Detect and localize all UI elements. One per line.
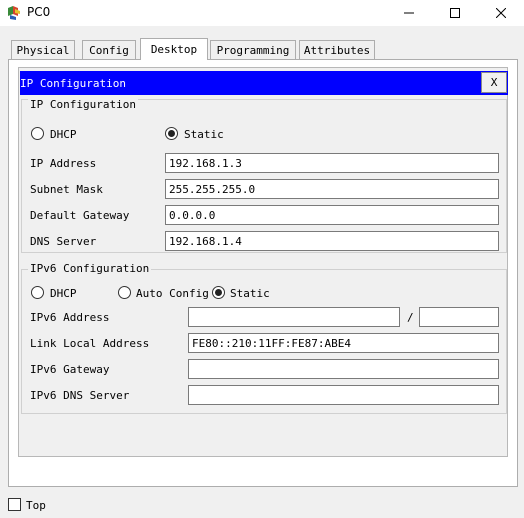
minimize-button[interactable] [386,0,432,26]
ipv4-static-label: Static [184,128,224,141]
ip-config-header: IP Configuration X [20,71,508,95]
pc-app-icon [6,5,22,21]
maximize-button[interactable] [432,0,478,26]
ip-address-field[interactable]: 192.168.1.3 [165,153,499,173]
ipv4-config-group [21,99,507,253]
ip-config-close-button[interactable]: X [481,72,507,93]
ipv6-config-legend: IPv6 Configuration [28,262,152,275]
ipv4-config-legend: IP Configuration [28,98,138,111]
ipv6-auto-config-radio[interactable] [118,286,131,299]
ipv6-static-radio[interactable] [212,286,225,299]
ip-configuration-window: IP Configuration X IP Configuration DHCP… [18,67,508,457]
default-gateway-field[interactable]: 0.0.0.0 [165,205,499,225]
ipv4-dhcp-radio[interactable] [31,127,44,140]
ipv6-dhcp-label: DHCP [50,287,77,300]
tab-desktop[interactable]: Desktop [140,38,208,60]
dns-server-field[interactable]: 192.168.1.4 [165,231,499,251]
desktop-panel: IP Configuration X IP Configuration DHCP… [8,59,518,487]
tab-config[interactable]: Config [82,40,136,59]
ipv6-gateway-label: IPv6 Gateway [30,363,110,376]
ipv6-dhcp-radio[interactable] [31,286,44,299]
maximize-icon [450,8,460,18]
link-local-address-label: Link Local Address [30,337,150,350]
window-title: PC0 [27,5,51,19]
ipv6-dns-server-label: IPv6 DNS Server [30,389,130,402]
subnet-mask-field[interactable]: 255.255.255.0 [165,179,499,199]
default-gateway-label: Default Gateway [30,209,130,222]
link-local-address-field[interactable]: FE80::210:11FF:FE87:ABE4 [188,333,499,353]
close-window-button[interactable] [478,0,524,26]
ipv6-address-field[interactable] [188,307,400,327]
minimize-icon [404,12,414,14]
ipv6-auto-config-label: Auto Config [136,287,209,300]
ip-address-label: IP Address [30,157,97,170]
prefix-separator: / [407,311,414,324]
tab-physical[interactable]: Physical [11,40,75,59]
ipv6-gateway-field[interactable] [188,359,499,379]
tab-attributes[interactable]: Attributes [299,40,375,59]
subnet-mask-label: Subnet Mask [30,183,103,196]
top-checkbox[interactable] [8,498,21,511]
title-bar: PC0 [0,0,524,26]
ipv6-static-label: Static [230,287,270,300]
ipv6-dns-server-field[interactable] [188,385,499,405]
ipv6-prefix-field[interactable] [419,307,499,327]
top-checkbox-label: Top [26,499,46,512]
ipv4-dhcp-label: DHCP [50,128,77,141]
dns-server-label: DNS Server [30,235,97,248]
close-icon [496,8,506,18]
ipv4-static-radio[interactable] [165,127,178,140]
ip-config-header-title: IP Configuration [20,77,126,90]
tab-programming[interactable]: Programming [210,40,296,59]
ipv6-address-label: IPv6 Address [30,311,110,324]
